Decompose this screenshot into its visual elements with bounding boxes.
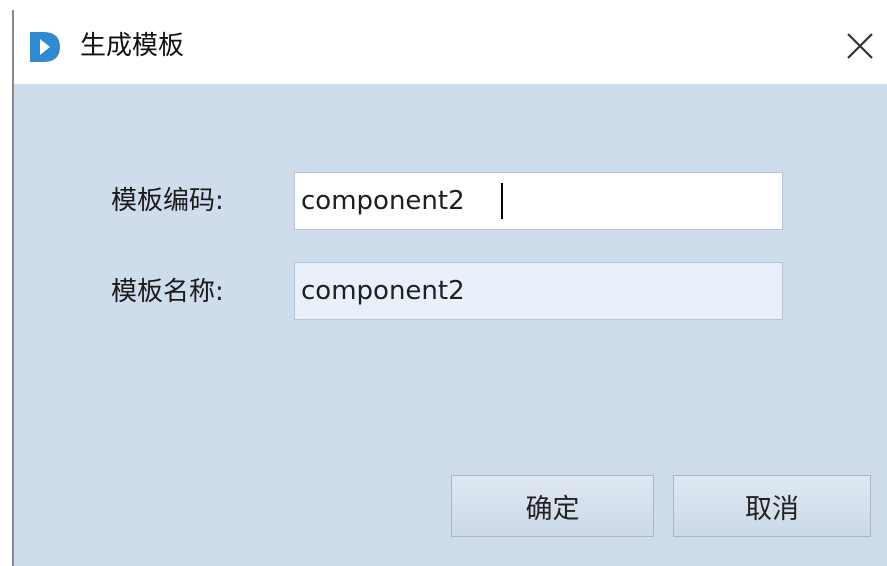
template-name-input[interactable] <box>294 262 783 320</box>
ok-button[interactable]: 确定 <box>451 475 654 537</box>
cancel-button[interactable]: 取消 <box>673 475 871 537</box>
template-name-label: 模板名称: <box>111 277 224 307</box>
template-code-label: 模板编码: <box>111 186 224 216</box>
text-caret <box>501 183 503 219</box>
close-button[interactable] <box>840 28 880 68</box>
generate-template-dialog: 生成模板 模板编码: 模板名称: 确定 取消 <box>12 10 887 566</box>
close-icon <box>845 31 875 65</box>
app-logo-icon <box>28 32 62 62</box>
dialog-title: 生成模板 <box>80 31 185 61</box>
dialog-titlebar: 生成模板 <box>14 10 887 84</box>
template-code-input[interactable] <box>294 172 783 230</box>
